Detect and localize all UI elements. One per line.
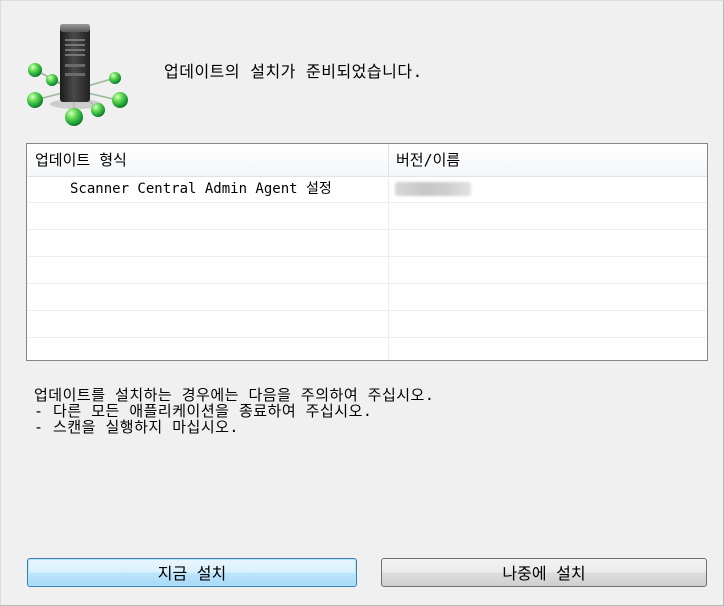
- column-divider-line: [388, 176, 389, 360]
- table-row-empty: [27, 230, 707, 257]
- table-row-empty: [27, 284, 707, 311]
- column-divider[interactable]: [388, 144, 389, 176]
- update-list[interactable]: 업데이트 형식 버전/이름 Scanner Central Admin Agen…: [26, 143, 708, 361]
- update-type-cell: Scanner Central Admin Agent 설정: [70, 181, 332, 197]
- header-message: 업데이트의 설치가 준비되었습니다.: [164, 62, 423, 81]
- table-row-empty: [27, 257, 707, 284]
- notice-text: 업데이트를 설치하는 경우에는 다음을 주의하여 주십시오. - 다른 모든 애…: [34, 387, 434, 435]
- version-cell-redacted: [395, 182, 471, 196]
- server-network-icon: [27, 24, 128, 126]
- dialog-header: 업데이트의 설치가 준비되었습니다.: [22, 18, 682, 128]
- install-now-button[interactable]: 지금 설치: [27, 558, 357, 587]
- table-row[interactable]: Scanner Central Admin Agent 설정: [27, 176, 707, 203]
- column-header-update-type[interactable]: 업데이트 형식: [35, 144, 127, 176]
- column-header-version-name[interactable]: 버전/이름: [396, 144, 460, 176]
- install-later-button[interactable]: 나중에 설치: [381, 558, 707, 587]
- notice-line: 업데이트를 설치하는 경우에는 다음을 주의하여 주십시오.: [34, 386, 435, 404]
- notice-line: - 스캔을 실행하지 마십시오.: [34, 418, 239, 436]
- update-list-header: 업데이트 형식 버전/이름: [27, 144, 707, 177]
- notice-line: - 다른 모든 애플리케이션을 종료하여 주십시오.: [34, 402, 373, 420]
- table-row-empty: [27, 311, 707, 338]
- table-row-empty: [27, 338, 707, 360]
- table-row-empty: [27, 203, 707, 230]
